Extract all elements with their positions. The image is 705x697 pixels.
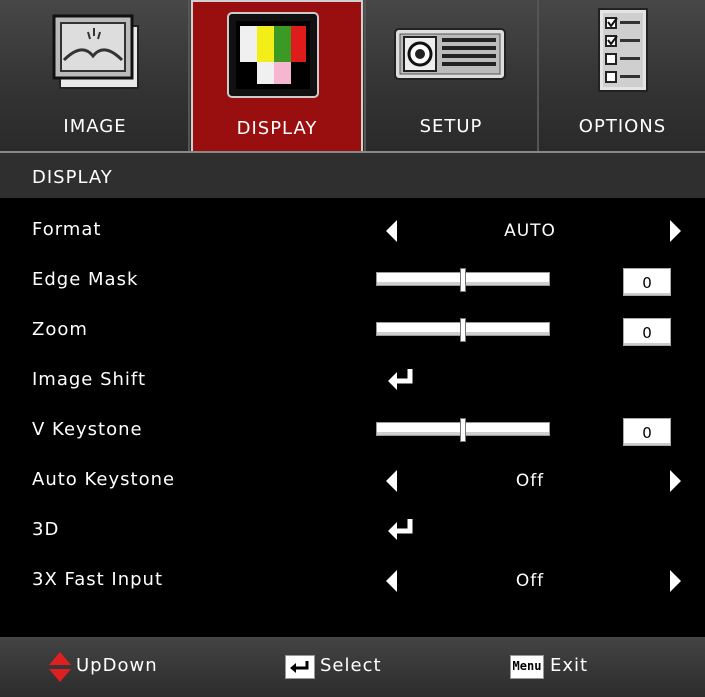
tab-divider	[188, 0, 190, 151]
value-box: 0	[623, 318, 671, 346]
value-box: 0	[623, 268, 671, 296]
tab-label: IMAGE	[63, 116, 127, 137]
tab-display[interactable]: DISPLAY	[191, 0, 363, 151]
menu-key-icon: Menu	[510, 655, 544, 679]
right-arrow-icon[interactable]	[670, 220, 681, 242]
row-label: 3X Fast Input	[32, 569, 164, 590]
osd-menu: IMAGE DISPLAY SETUP OPTIONS DISPLAY Form…	[0, 0, 705, 697]
row-value: AUTO	[504, 221, 556, 241]
section-title: DISPLAY	[32, 167, 113, 188]
menu-row-3d[interactable]: 3D	[0, 505, 705, 555]
select-hint: Select	[320, 655, 382, 676]
row-label: Edge Mask	[32, 269, 139, 290]
left-arrow-icon[interactable]	[386, 570, 397, 592]
menu-row-format[interactable]: Format AUTO	[0, 205, 705, 255]
tab-options[interactable]: OPTIONS	[540, 0, 705, 151]
row-label: Zoom	[32, 319, 88, 340]
menu-row-v-keystone[interactable]: V Keystone 0	[0, 405, 705, 455]
left-arrow-icon[interactable]	[386, 470, 397, 492]
row-label: V Keystone	[32, 419, 143, 440]
zoom-slider[interactable]	[376, 318, 550, 342]
options-checklist-icon	[598, 8, 648, 96]
row-label: Auto Keystone	[32, 469, 176, 490]
tab-label: DISPLAY	[236, 118, 318, 139]
tab-divider	[537, 0, 539, 151]
row-label: 3D	[32, 519, 60, 540]
slider-handle[interactable]	[460, 268, 466, 292]
enter-icon[interactable]	[386, 367, 416, 397]
row-value: Off	[515, 571, 545, 591]
row-label: Format	[32, 219, 102, 240]
menu-row-auto-keystone[interactable]: Auto Keystone Off	[0, 455, 705, 505]
tab-setup[interactable]: SETUP	[366, 0, 536, 151]
menu-key-label: Menu	[512, 659, 542, 673]
right-arrow-icon[interactable]	[670, 470, 681, 492]
updown-hint: UpDown	[76, 655, 158, 676]
v-keystone-slider[interactable]	[376, 418, 550, 442]
projector-icon	[394, 28, 506, 84]
slider-handle[interactable]	[460, 418, 466, 442]
exit-hint: Exit	[550, 655, 589, 676]
tab-label: OPTIONS	[578, 116, 667, 137]
menu-row-image-shift[interactable]: Image Shift	[0, 355, 705, 405]
tab-image[interactable]: IMAGE	[0, 0, 190, 151]
footer-hints: UpDown Select Menu Exit	[0, 637, 705, 697]
edge-mask-slider[interactable]	[376, 268, 550, 292]
display-color-bars-icon	[227, 12, 319, 102]
enter-key-icon	[285, 655, 315, 679]
enter-icon[interactable]	[386, 517, 416, 547]
value-box: 0	[623, 418, 671, 446]
menu-row-zoom[interactable]: Zoom 0	[0, 305, 705, 355]
row-value: Off	[515, 471, 545, 491]
image-landscape-icon	[52, 12, 142, 96]
tab-bar: IMAGE DISPLAY SETUP OPTIONS	[0, 0, 705, 151]
section-header: DISPLAY	[0, 151, 705, 198]
right-arrow-icon[interactable]	[670, 570, 681, 592]
updown-arrows-icon	[48, 651, 72, 687]
menu-row-edge-mask[interactable]: Edge Mask 0	[0, 255, 705, 305]
row-label: Image Shift	[32, 369, 147, 390]
left-arrow-icon[interactable]	[386, 220, 397, 242]
tab-label: SETUP	[419, 116, 483, 137]
slider-handle[interactable]	[460, 318, 466, 342]
menu-row-3x-fast-input[interactable]: 3X Fast Input Off	[0, 555, 705, 605]
